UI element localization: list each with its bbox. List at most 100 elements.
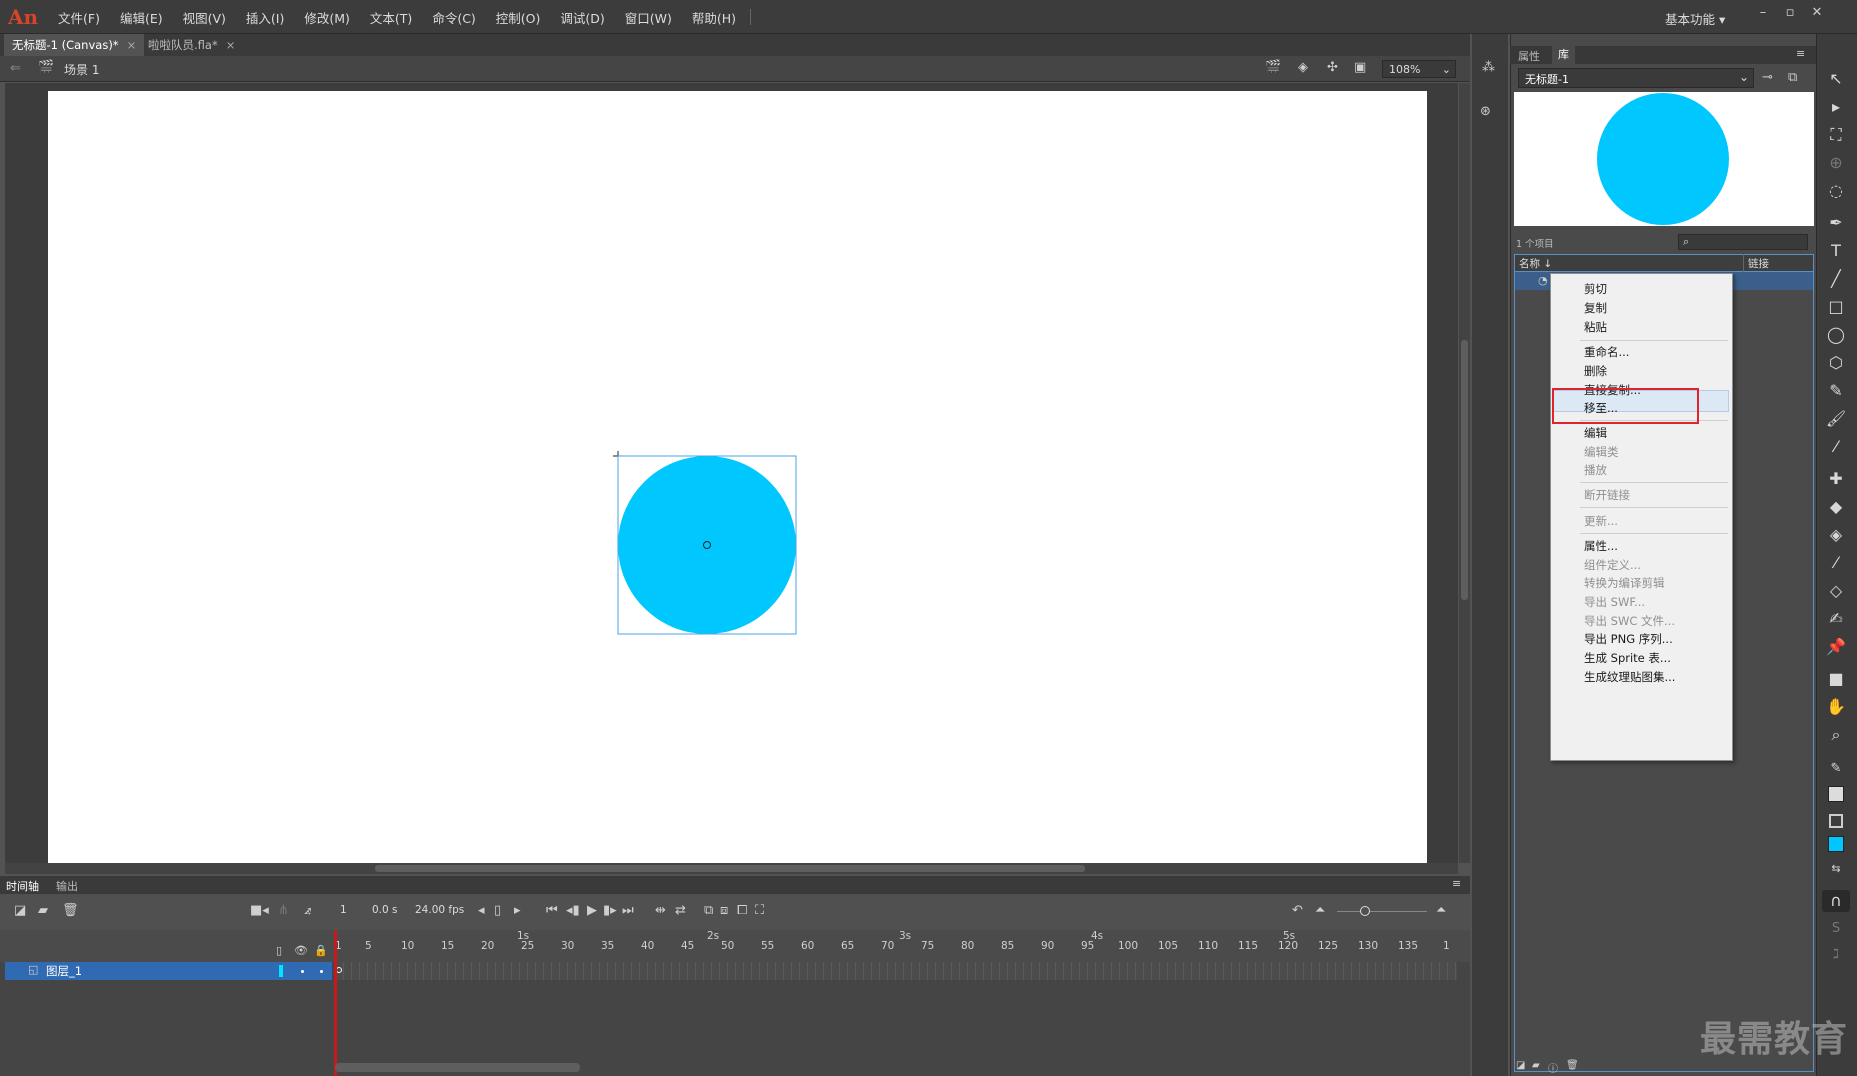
slider-knob[interactable]	[1360, 906, 1370, 916]
modify-markers-icon[interactable]: ⛶	[755, 903, 764, 918]
menu-item-delete[interactable]: 删除	[1584, 363, 1607, 379]
onion-outline-icon[interactable]: ⧈	[720, 903, 728, 918]
parent-layer-icon[interactable]: ⋔	[278, 903, 289, 918]
close-window-button[interactable]: ✕	[1806, 4, 1828, 22]
pencil-tool-icon[interactable]: ✎	[1822, 380, 1850, 402]
menu-item-export-png-sequence[interactable]: 导出 PNG 序列...	[1584, 631, 1673, 647]
next-frame-icon[interactable]: ▸	[514, 903, 521, 918]
frame-rate[interactable]: 24.00 fps	[415, 904, 464, 916]
menu-item-edit[interactable]: 编辑	[1584, 425, 1607, 441]
assets-icon[interactable]: ⁂	[1482, 60, 1495, 75]
current-frame[interactable]: 1	[340, 904, 347, 916]
step-forward-icon[interactable]: ▮▸	[603, 903, 617, 918]
tab-properties[interactable]: 属性	[1518, 48, 1540, 64]
eraser-tool-icon[interactable]: ◇	[1822, 580, 1850, 602]
new-folder-icon[interactable]: ▰	[1532, 1060, 1540, 1071]
hand-tool-icon[interactable]: ✋	[1822, 696, 1850, 718]
zoom-tool-icon[interactable]: ⌕	[1822, 724, 1850, 746]
free-transform-tool-icon[interactable]: ⛶	[1822, 124, 1850, 146]
menu-item-copy[interactable]: 复制	[1584, 300, 1607, 316]
pen-tool-icon[interactable]: ✒	[1822, 212, 1850, 234]
stepper-icon[interactable]: ▯	[494, 903, 501, 918]
selection-tool-icon[interactable]: ↖	[1822, 68, 1850, 90]
scrollbar-thumb[interactable]	[1461, 340, 1468, 600]
snap-magnet-icon[interactable]: ∩	[1822, 890, 1850, 912]
pin-icon[interactable]: ⊸	[1762, 70, 1773, 85]
minimize-button[interactable]: –	[1752, 4, 1774, 22]
onion-skin-icon[interactable]: ⧉	[704, 903, 713, 918]
col-name-header[interactable]: 名称 ↓	[1519, 256, 1552, 271]
properties-icon[interactable]: ⓘ	[1548, 1060, 1558, 1075]
frame-ruler[interactable]: 1s 2s 3s 4s 5s 1 5 10 15 20 25 30 35 40 …	[335, 930, 1457, 962]
eyedropper-tool-icon[interactable]: ⁄	[1822, 552, 1850, 574]
small-frames-icon[interactable]: ⏶	[1315, 903, 1325, 918]
tab-library[interactable]: 库	[1552, 46, 1575, 64]
menu-item-paste[interactable]: 粘贴	[1584, 319, 1607, 335]
graph-icon[interactable]: ⦨	[304, 903, 311, 918]
stroke-color-swatch[interactable]	[1828, 786, 1844, 802]
step-back-icon[interactable]: ◂▮	[566, 903, 580, 918]
paint-bucket-tool-icon[interactable]: ◆	[1822, 496, 1850, 518]
frame-grid[interactable]	[335, 962, 1457, 980]
menu-item-generate-texture-atlas[interactable]: 生成纹理贴图集...	[1584, 669, 1675, 685]
asset-warp-tool-icon[interactable]: 📌	[1822, 636, 1850, 658]
delete-icon[interactable]: 🗑	[62, 903, 79, 918]
panel-menu-icon[interactable]: ≡	[1452, 877, 1461, 890]
lock-dot[interactable]	[320, 970, 323, 973]
outline-toggle-icon[interactable]: ▯	[276, 944, 282, 957]
new-folder-icon[interactable]: ▰	[38, 903, 48, 918]
bone-tool-icon[interactable]: ✚	[1822, 468, 1850, 490]
col-link-header[interactable]: 链接	[1748, 256, 1769, 271]
playhead[interactable]	[334, 930, 337, 1076]
eye-icon[interactable]: 👁	[294, 944, 308, 957]
panel-menu-icon[interactable]: ≡	[1796, 47, 1805, 60]
menu-item-rename[interactable]: 重命名...	[1584, 344, 1629, 360]
layer-name[interactable]: 图层_1	[46, 963, 82, 979]
play-icon[interactable]: ▶	[587, 903, 597, 918]
text-tool-icon[interactable]: T	[1822, 240, 1850, 262]
large-frames-icon[interactable]: ⏶	[1436, 903, 1446, 918]
transform-point[interactable]	[703, 541, 711, 549]
3d-rotation-tool-icon[interactable]: ⊕	[1822, 152, 1850, 174]
workspace-switcher[interactable]: 基本功能 ▾	[1665, 9, 1725, 28]
cc-libraries-icon[interactable]: ⊛	[1480, 104, 1491, 119]
brush-tool-icon[interactable]: 🖌	[1822, 408, 1850, 430]
line-tool-icon[interactable]: ╱	[1822, 268, 1850, 290]
timeline-scrollbar[interactable]	[335, 1063, 580, 1072]
current-time[interactable]: 0.0 s	[372, 904, 398, 916]
first-frame-icon[interactable]: ⏮	[546, 903, 558, 918]
stroke-color-icon[interactable]: ✎	[1822, 758, 1850, 780]
new-library-icon[interactable]: ⧉	[1788, 70, 1797, 85]
menu-item-cut[interactable]: 剪切	[1584, 281, 1607, 297]
rectangle-tool-icon[interactable]: □	[1822, 296, 1850, 318]
new-layer-icon[interactable]: ◪	[14, 903, 26, 918]
new-symbol-icon[interactable]: ◪	[1516, 1060, 1525, 1071]
polystar-tool-icon[interactable]: ⬡	[1822, 352, 1850, 374]
camera-icon[interactable]: ■◂	[250, 903, 269, 918]
visibility-dot[interactable]	[301, 970, 304, 973]
library-document-dropdown[interactable]: 无标题-1 ⌄	[1518, 68, 1754, 88]
menu-item-generate-sprite-sheet[interactable]: 生成 Sprite 表...	[1584, 650, 1671, 666]
width-tool-icon[interactable]: ✍	[1822, 608, 1850, 630]
tab-timeline[interactable]: 时间轴	[6, 878, 39, 894]
restore-button[interactable]: ▫	[1779, 4, 1801, 22]
undo-icon[interactable]: ↶	[1292, 903, 1303, 918]
edit-multiple-icon[interactable]: ⧠	[737, 903, 747, 918]
loop-icon[interactable]: ⇄	[675, 903, 686, 918]
delete-icon[interactable]: 🗑	[1566, 1060, 1579, 1071]
library-search-input[interactable]: ⌕	[1678, 234, 1808, 250]
menu-item-properties[interactable]: 属性...	[1584, 538, 1618, 554]
oval-tool-icon[interactable]: ◯	[1822, 324, 1850, 346]
last-frame-icon[interactable]: ⏭	[622, 903, 634, 918]
prev-frame-icon[interactable]: ◂	[478, 903, 485, 918]
subselection-tool-icon[interactable]: ▸	[1822, 96, 1850, 118]
camera-tool-icon[interactable]: ■	[1822, 668, 1850, 690]
layer-color-swatch[interactable]	[279, 965, 283, 977]
swap-colors-icon[interactable]: ⇆	[1822, 858, 1850, 880]
scrollbar-thumb[interactable]	[375, 865, 1085, 872]
straighten-icon[interactable]: ℷ	[1822, 944, 1850, 966]
paint-brush-tool-icon[interactable]: ⁄	[1822, 436, 1850, 458]
lasso-tool-icon[interactable]: ◌	[1822, 180, 1850, 202]
tab-output[interactable]: 输出	[56, 878, 78, 894]
smooth-icon[interactable]: S	[1822, 918, 1850, 940]
